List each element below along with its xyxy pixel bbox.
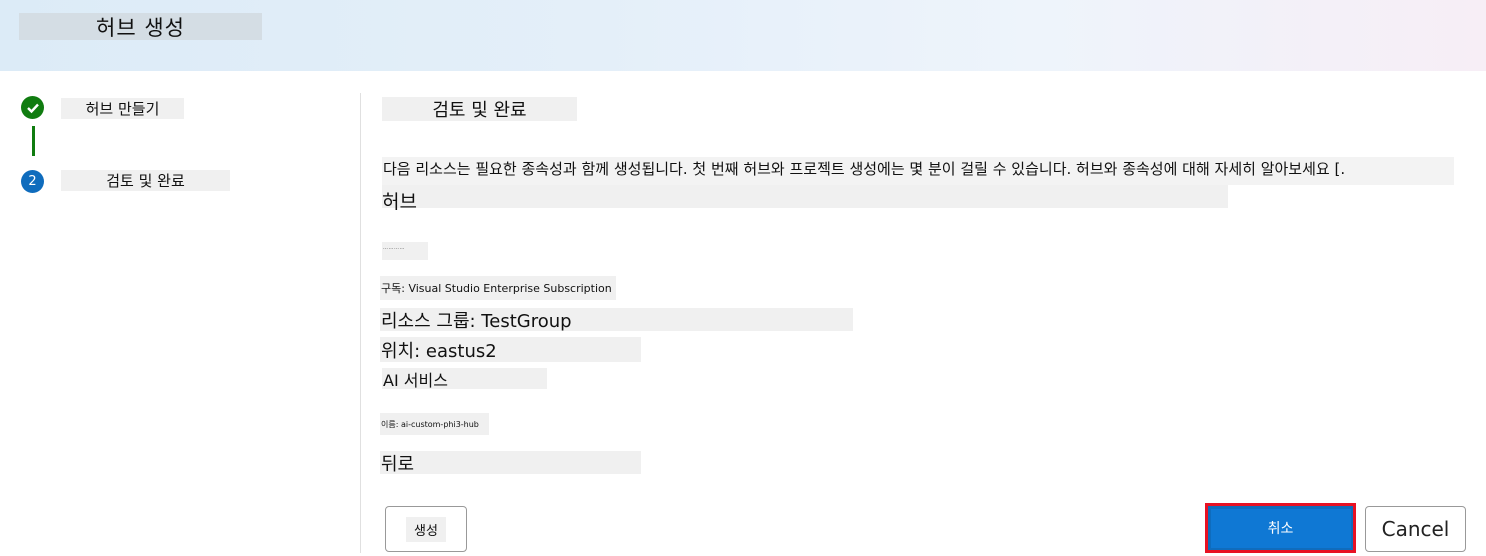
resource-group-value: 리소스 그룹: TestGroup xyxy=(380,308,853,332)
step-complete-check-icon xyxy=(21,96,44,119)
hub-heading-background xyxy=(382,185,1228,208)
header-bar: 허브 생성 xyxy=(0,0,1486,71)
cancel-button[interactable]: Cancel xyxy=(1365,506,1466,552)
create-button-label: 생성 xyxy=(406,516,446,542)
location-value: 위치: eastus2 xyxy=(380,337,641,362)
tiny-label: ………… xyxy=(383,245,405,251)
cancel-kr-button[interactable]: 취소 xyxy=(1205,503,1356,553)
step-review-finish[interactable]: 검토 및 완료 xyxy=(61,170,230,191)
step-connector xyxy=(32,126,35,156)
divider xyxy=(360,93,361,553)
description-text: 다음 리소스는 필요한 종속성과 함께 생성됩니다. 첫 번째 허브와 프로젝트… xyxy=(383,160,1346,178)
create-button[interactable]: 생성 xyxy=(385,506,467,552)
hub-heading: 허브 xyxy=(382,191,417,213)
cancel-kr-button-label: 취소 xyxy=(1210,508,1351,548)
ai-services-heading: AI 서비스 xyxy=(382,368,547,390)
step-create-hub[interactable]: 허브 만들기 xyxy=(61,98,184,119)
page-title: 허브 생성 xyxy=(19,13,262,40)
check-icon xyxy=(26,103,39,113)
back-link[interactable]: 뒤로 xyxy=(380,451,641,475)
subscription-value: 구독: Visual Studio Enterprise Subscriptio… xyxy=(380,276,616,300)
section-title: 검토 및 완료 xyxy=(382,97,577,121)
name-value: 이름: ai-custom-phi3-hub xyxy=(380,413,489,435)
step-number-icon: 2 xyxy=(21,170,44,193)
